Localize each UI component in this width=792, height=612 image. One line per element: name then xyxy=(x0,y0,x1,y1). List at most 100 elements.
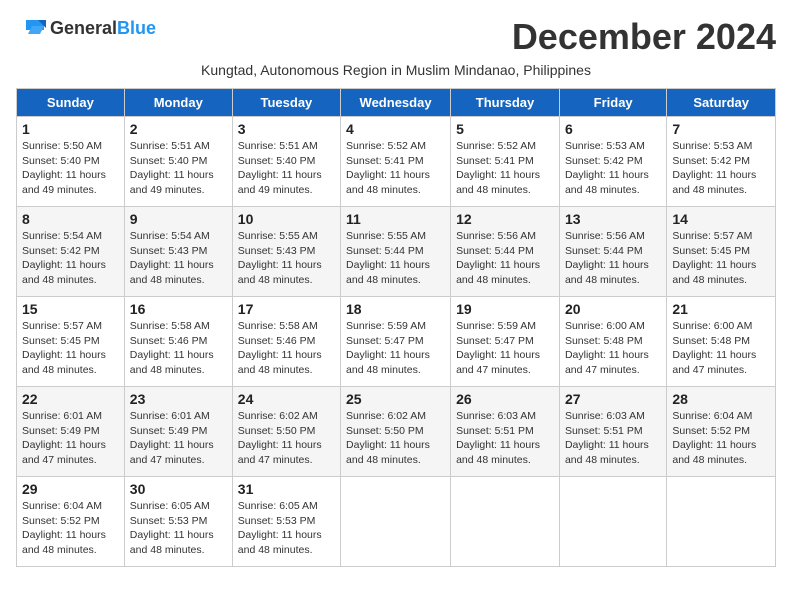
header-wednesday: Wednesday xyxy=(341,89,451,117)
calendar-cell xyxy=(667,477,776,567)
day-number: 12 xyxy=(456,211,554,227)
calendar-cell: 3 Sunrise: 5:51 AM Sunset: 5:40 PM Dayli… xyxy=(232,117,340,207)
day-number: 6 xyxy=(565,121,661,137)
day-number: 26 xyxy=(456,391,554,407)
day-info: Sunrise: 5:54 AM Sunset: 5:43 PM Dayligh… xyxy=(130,229,227,288)
day-info: Sunrise: 5:56 AM Sunset: 5:44 PM Dayligh… xyxy=(565,229,661,288)
calendar-cell: 1 Sunrise: 5:50 AM Sunset: 5:40 PM Dayli… xyxy=(17,117,125,207)
calendar-cell: 7 Sunrise: 5:53 AM Sunset: 5:42 PM Dayli… xyxy=(667,117,776,207)
day-info: Sunrise: 5:52 AM Sunset: 5:41 PM Dayligh… xyxy=(456,139,554,198)
day-info: Sunrise: 5:53 AM Sunset: 5:42 PM Dayligh… xyxy=(565,139,661,198)
header-tuesday: Tuesday xyxy=(232,89,340,117)
day-number: 29 xyxy=(22,481,119,497)
day-number: 18 xyxy=(346,301,445,317)
day-info: Sunrise: 5:59 AM Sunset: 5:47 PM Dayligh… xyxy=(456,319,554,378)
calendar-cell: 13 Sunrise: 5:56 AM Sunset: 5:44 PM Dayl… xyxy=(559,207,666,297)
header-monday: Monday xyxy=(124,89,232,117)
day-number: 20 xyxy=(565,301,661,317)
calendar-cell: 10 Sunrise: 5:55 AM Sunset: 5:43 PM Dayl… xyxy=(232,207,340,297)
day-number: 15 xyxy=(22,301,119,317)
day-number: 13 xyxy=(565,211,661,227)
day-number: 1 xyxy=(22,121,119,137)
calendar-cell: 2 Sunrise: 5:51 AM Sunset: 5:40 PM Dayli… xyxy=(124,117,232,207)
day-number: 30 xyxy=(130,481,227,497)
calendar-cell: 8 Sunrise: 5:54 AM Sunset: 5:42 PM Dayli… xyxy=(17,207,125,297)
calendar-week-4: 22 Sunrise: 6:01 AM Sunset: 5:49 PM Dayl… xyxy=(17,387,776,477)
day-info: Sunrise: 6:01 AM Sunset: 5:49 PM Dayligh… xyxy=(130,409,227,468)
day-info: Sunrise: 6:00 AM Sunset: 5:48 PM Dayligh… xyxy=(565,319,661,378)
calendar-cell: 31 Sunrise: 6:05 AM Sunset: 5:53 PM Dayl… xyxy=(232,477,340,567)
logo: General Blue xyxy=(16,16,156,40)
calendar-cell xyxy=(559,477,666,567)
day-info: Sunrise: 6:02 AM Sunset: 5:50 PM Dayligh… xyxy=(238,409,335,468)
day-info: Sunrise: 5:57 AM Sunset: 5:45 PM Dayligh… xyxy=(672,229,770,288)
calendar-cell: 24 Sunrise: 6:02 AM Sunset: 5:50 PM Dayl… xyxy=(232,387,340,477)
day-number: 5 xyxy=(456,121,554,137)
calendar-cell: 11 Sunrise: 5:55 AM Sunset: 5:44 PM Dayl… xyxy=(341,207,451,297)
calendar-cell: 26 Sunrise: 6:03 AM Sunset: 5:51 PM Dayl… xyxy=(451,387,560,477)
day-info: Sunrise: 6:01 AM Sunset: 5:49 PM Dayligh… xyxy=(22,409,119,468)
day-number: 8 xyxy=(22,211,119,227)
calendar-cell: 21 Sunrise: 6:00 AM Sunset: 5:48 PM Dayl… xyxy=(667,297,776,387)
month-title: December 2024 xyxy=(512,16,776,58)
calendar-cell: 16 Sunrise: 5:58 AM Sunset: 5:46 PM Dayl… xyxy=(124,297,232,387)
day-info: Sunrise: 5:51 AM Sunset: 5:40 PM Dayligh… xyxy=(130,139,227,198)
calendar-cell: 23 Sunrise: 6:01 AM Sunset: 5:49 PM Dayl… xyxy=(124,387,232,477)
day-info: Sunrise: 6:04 AM Sunset: 5:52 PM Dayligh… xyxy=(672,409,770,468)
day-info: Sunrise: 6:03 AM Sunset: 5:51 PM Dayligh… xyxy=(565,409,661,468)
day-number: 25 xyxy=(346,391,445,407)
day-number: 14 xyxy=(672,211,770,227)
calendar-cell xyxy=(341,477,451,567)
calendar-cell: 30 Sunrise: 6:05 AM Sunset: 5:53 PM Dayl… xyxy=(124,477,232,567)
header-saturday: Saturday xyxy=(667,89,776,117)
day-number: 16 xyxy=(130,301,227,317)
day-number: 9 xyxy=(130,211,227,227)
day-number: 23 xyxy=(130,391,227,407)
day-info: Sunrise: 6:05 AM Sunset: 5:53 PM Dayligh… xyxy=(238,499,335,558)
day-number: 7 xyxy=(672,121,770,137)
header-sunday: Sunday xyxy=(17,89,125,117)
calendar-week-1: 1 Sunrise: 5:50 AM Sunset: 5:40 PM Dayli… xyxy=(17,117,776,207)
calendar-body: 1 Sunrise: 5:50 AM Sunset: 5:40 PM Dayli… xyxy=(17,117,776,567)
day-number: 19 xyxy=(456,301,554,317)
day-number: 4 xyxy=(346,121,445,137)
day-number: 17 xyxy=(238,301,335,317)
calendar-cell xyxy=(451,477,560,567)
calendar-cell: 19 Sunrise: 5:59 AM Sunset: 5:47 PM Dayl… xyxy=(451,297,560,387)
day-number: 3 xyxy=(238,121,335,137)
calendar-cell: 15 Sunrise: 5:57 AM Sunset: 5:45 PM Dayl… xyxy=(17,297,125,387)
day-info: Sunrise: 5:54 AM Sunset: 5:42 PM Dayligh… xyxy=(22,229,119,288)
header-thursday: Thursday xyxy=(451,89,560,117)
day-info: Sunrise: 6:00 AM Sunset: 5:48 PM Dayligh… xyxy=(672,319,770,378)
day-number: 28 xyxy=(672,391,770,407)
calendar-cell: 4 Sunrise: 5:52 AM Sunset: 5:41 PM Dayli… xyxy=(341,117,451,207)
calendar-cell: 9 Sunrise: 5:54 AM Sunset: 5:43 PM Dayli… xyxy=(124,207,232,297)
day-number: 10 xyxy=(238,211,335,227)
calendar-header-row: SundayMondayTuesdayWednesdayThursdayFrid… xyxy=(17,89,776,117)
day-info: Sunrise: 6:03 AM Sunset: 5:51 PM Dayligh… xyxy=(456,409,554,468)
calendar-cell: 17 Sunrise: 5:58 AM Sunset: 5:46 PM Dayl… xyxy=(232,297,340,387)
day-info: Sunrise: 5:50 AM Sunset: 5:40 PM Dayligh… xyxy=(22,139,119,198)
calendar-cell: 25 Sunrise: 6:02 AM Sunset: 5:50 PM Dayl… xyxy=(341,387,451,477)
day-info: Sunrise: 5:56 AM Sunset: 5:44 PM Dayligh… xyxy=(456,229,554,288)
calendar-week-2: 8 Sunrise: 5:54 AM Sunset: 5:42 PM Dayli… xyxy=(17,207,776,297)
day-info: Sunrise: 6:02 AM Sunset: 5:50 PM Dayligh… xyxy=(346,409,445,468)
day-number: 21 xyxy=(672,301,770,317)
calendar-table: SundayMondayTuesdayWednesdayThursdayFrid… xyxy=(16,88,776,567)
logo-blue-text: Blue xyxy=(117,18,156,39)
calendar-cell: 29 Sunrise: 6:04 AM Sunset: 5:52 PM Dayl… xyxy=(17,477,125,567)
calendar-cell: 27 Sunrise: 6:03 AM Sunset: 5:51 PM Dayl… xyxy=(559,387,666,477)
calendar-cell: 22 Sunrise: 6:01 AM Sunset: 5:49 PM Dayl… xyxy=(17,387,125,477)
calendar-cell: 18 Sunrise: 5:59 AM Sunset: 5:47 PM Dayl… xyxy=(341,297,451,387)
day-info: Sunrise: 5:53 AM Sunset: 5:42 PM Dayligh… xyxy=(672,139,770,198)
day-number: 27 xyxy=(565,391,661,407)
location-subtitle: Kungtad, Autonomous Region in Muslim Min… xyxy=(16,62,776,78)
calendar-cell: 12 Sunrise: 5:56 AM Sunset: 5:44 PM Dayl… xyxy=(451,207,560,297)
header-friday: Friday xyxy=(559,89,666,117)
day-info: Sunrise: 5:57 AM Sunset: 5:45 PM Dayligh… xyxy=(22,319,119,378)
calendar-cell: 28 Sunrise: 6:04 AM Sunset: 5:52 PM Dayl… xyxy=(667,387,776,477)
calendar-week-3: 15 Sunrise: 5:57 AM Sunset: 5:45 PM Dayl… xyxy=(17,297,776,387)
day-info: Sunrise: 6:05 AM Sunset: 5:53 PM Dayligh… xyxy=(130,499,227,558)
day-number: 2 xyxy=(130,121,227,137)
calendar-cell: 6 Sunrise: 5:53 AM Sunset: 5:42 PM Dayli… xyxy=(559,117,666,207)
